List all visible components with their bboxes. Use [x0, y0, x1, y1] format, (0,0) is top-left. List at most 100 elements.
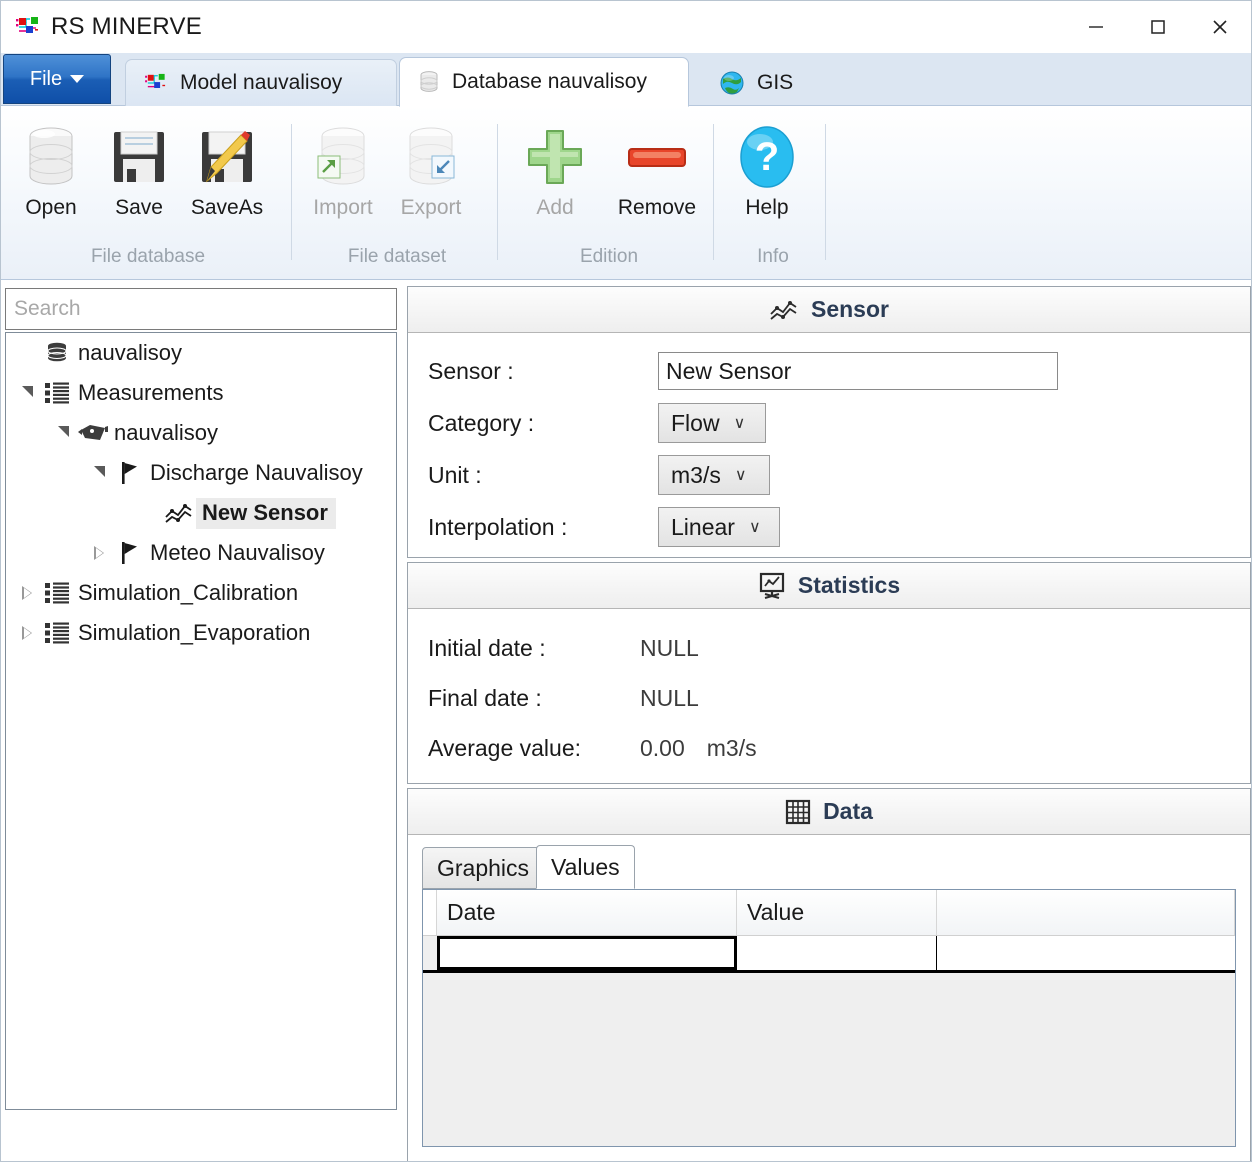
average-value-unit: m3/s: [706, 734, 757, 761]
tree-item-meteo-nauvalisoy[interactable]: Meteo Nauvalisoy: [6, 533, 396, 573]
expander-closed-icon[interactable]: [14, 586, 40, 600]
sensor-card-header: Sensor: [408, 287, 1250, 333]
expander-open-icon[interactable]: [50, 425, 76, 439]
field-row-category: Category : Flow ∨: [408, 397, 1250, 449]
tab-model-label: Model nauvalisoy: [180, 71, 343, 94]
tab-graphics[interactable]: Graphics: [422, 847, 545, 889]
database-tree[interactable]: nauvalisoy Measurements nauvalisoy Disch…: [5, 332, 397, 1110]
save-label: Save: [115, 196, 163, 219]
data-card-title: Data: [823, 798, 873, 824]
search-input[interactable]: Search: [5, 288, 397, 330]
ribbon-separator: [713, 124, 714, 260]
window-controls: [1065, 1, 1251, 53]
field-row-unit: Unit : m3/s ∨: [408, 449, 1250, 501]
sensor-chart-icon: [769, 298, 799, 322]
sensor-card-title: Sensor: [811, 296, 889, 322]
interpolation-label: Interpolation :: [428, 513, 568, 540]
window-title: RS MINERVE: [51, 13, 202, 40]
tab-database-nauvalisoy[interactable]: Database nauvalisoy: [399, 57, 689, 107]
grid-row-gutter[interactable]: [423, 936, 437, 970]
help-button[interactable]: ? Help: [723, 114, 811, 220]
open-label: Open: [25, 196, 77, 219]
list-icon: [40, 381, 74, 405]
floppy-disk-icon: [107, 120, 171, 194]
unit-dropdown[interactable]: m3/s ∨: [658, 455, 770, 495]
category-dropdown[interactable]: Flow ∨: [658, 403, 766, 443]
expander-closed-icon[interactable]: [86, 546, 112, 560]
cell-value[interactable]: [737, 936, 937, 970]
expander-open-icon[interactable]: [14, 385, 40, 399]
import-button[interactable]: Import: [299, 114, 387, 220]
interpolation-dropdown[interactable]: Linear ∨: [658, 507, 780, 547]
values-data-grid[interactable]: Date Value: [422, 889, 1236, 1147]
remove-button[interactable]: Remove: [603, 114, 711, 220]
stat-row-final-date: Final date : NULL: [408, 673, 1250, 723]
chevron-down-icon: ∨: [748, 519, 761, 536]
saveas-button[interactable]: SaveAs: [183, 114, 271, 220]
tab-gis[interactable]: GIS: [701, 59, 811, 106]
minus-icon: [624, 120, 690, 194]
tree-item-new-sensor[interactable]: New Sensor: [6, 493, 396, 533]
remove-label: Remove: [617, 196, 697, 219]
database-export-icon: [400, 120, 462, 194]
final-date-value: NULL: [640, 684, 699, 711]
column-header-blank[interactable]: [937, 890, 1235, 935]
tree-item-nauvalisoy-root[interactable]: nauvalisoy: [6, 333, 396, 373]
sensor-name-input[interactable]: New Sensor: [658, 352, 1058, 390]
tree-item-label: Discharge Nauvalisoy: [150, 460, 363, 485]
tab-graphics-label: Graphics: [437, 854, 530, 881]
database-import-icon: [312, 120, 374, 194]
details-panel: Sensor Sensor : New Sensor Category : Fl…: [407, 286, 1251, 1161]
tree-item-label: nauvalisoy: [114, 420, 218, 445]
tree-item-label: Meteo Nauvalisoy: [150, 540, 325, 565]
data-card-header: Data: [408, 789, 1250, 835]
cell-blank[interactable]: [937, 936, 1235, 970]
ribbon-group-edition: Add Remove Edition: [507, 106, 711, 280]
chevron-down-icon: [70, 75, 85, 83]
tree-item-simulation-evaporation[interactable]: Simulation_Evaporation: [6, 613, 396, 653]
ribbon-separator: [497, 124, 498, 260]
maximize-button[interactable]: [1127, 1, 1189, 53]
tree-item-simulation-calibration[interactable]: Simulation_Calibration: [6, 573, 396, 613]
save-button[interactable]: Save: [95, 114, 183, 220]
sensor-name-label: Sensor :: [428, 357, 514, 384]
category-value: Flow: [671, 409, 720, 436]
tab-values[interactable]: Values: [536, 845, 635, 889]
list-icon: [40, 581, 74, 605]
app-logo-icon: [15, 16, 41, 38]
stat-row-average-value: Average value: 0.00 m3/s: [408, 723, 1250, 773]
sensor-card: Sensor Sensor : New Sensor Category : Fl…: [407, 286, 1251, 558]
ribbon-separator: [291, 124, 292, 260]
minimize-button[interactable]: [1065, 1, 1127, 53]
tree-item-label: Simulation_Evaporation: [78, 620, 311, 645]
tab-model-nauvalisoy[interactable]: Model nauvalisoy: [125, 59, 397, 106]
export-button[interactable]: Export: [387, 114, 475, 220]
file-menu-button[interactable]: File: [3, 54, 111, 104]
final-date-label: Final date :: [428, 684, 542, 711]
network-nodes-icon: [144, 73, 168, 93]
open-button[interactable]: Open: [7, 114, 95, 220]
tree-item-nauvalisoy-group[interactable]: nauvalisoy: [6, 413, 396, 453]
column-header-value[interactable]: Value: [737, 890, 937, 935]
expander-closed-icon[interactable]: [14, 626, 40, 640]
sensor-chart-icon: [162, 501, 196, 525]
expander-open-icon[interactable]: [86, 465, 112, 479]
column-header-date[interactable]: Date: [437, 890, 737, 935]
station-group-icon: [76, 421, 110, 445]
file-menu-label: File: [29, 67, 63, 90]
statistics-card-title: Statistics: [797, 572, 901, 598]
tab-values-label: Values: [551, 853, 620, 880]
sensor-name-value: New Sensor: [666, 357, 792, 384]
sidebar-panel: Search nauvalisoy Measurements nauvaliso…: [1, 280, 405, 1161]
table-row[interactable]: [423, 936, 1235, 973]
database-icon: [40, 340, 74, 366]
add-button[interactable]: Add: [507, 114, 603, 220]
tree-item-discharge-nauvalisoy[interactable]: Discharge Nauvalisoy: [6, 453, 396, 493]
tree-item-label: Measurements: [78, 380, 224, 405]
tree-item-measurements[interactable]: Measurements: [6, 373, 396, 413]
category-label: Category :: [428, 409, 535, 436]
data-card: Data Graphics Values Date Value: [407, 788, 1251, 1161]
database-icon: [20, 120, 82, 194]
close-button[interactable]: [1189, 1, 1251, 53]
cell-date[interactable]: [437, 936, 737, 970]
